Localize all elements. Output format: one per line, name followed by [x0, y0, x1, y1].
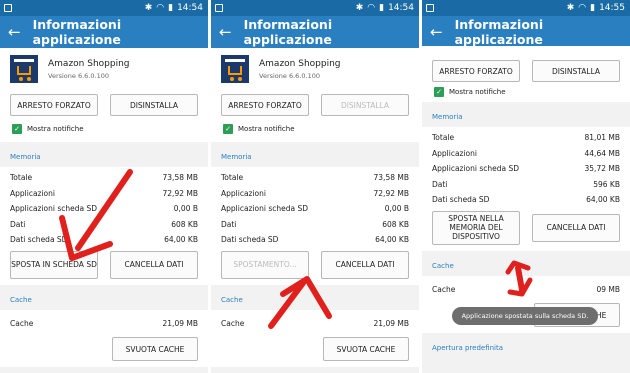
- app-name: Amazon Shopping: [259, 58, 341, 69]
- move-to-sd-button[interactable]: SPOSTA IN SCHEDA SD: [10, 250, 98, 279]
- default-open-section-title: Apertura predefinita: [432, 344, 504, 352]
- notification-icon: [215, 4, 223, 12]
- memory-row-apps: Applicazioni 72,92 MB: [10, 188, 198, 198]
- wifi-icon: ◠: [156, 3, 165, 13]
- memory-row-apps: Applicazioni 44,64 MB: [432, 148, 620, 158]
- status-bar: ✱ ◠ ▮ 14:54: [211, 0, 419, 16]
- page-title: Informazioni applicazione: [32, 17, 122, 47]
- uninstall-button[interactable]: DISINSTALLA: [110, 94, 198, 116]
- back-arrow-icon[interactable]: ←: [430, 24, 443, 40]
- memory-card: Totale 73,58 MB Applicazioni 72,92 MB Appl…: [0, 167, 208, 285]
- toast-message: Applicazione spostata sulla scheda SD.: [452, 307, 598, 325]
- battery-icon: ▮: [590, 3, 596, 13]
- checkbox-checked-icon[interactable]: ✓: [434, 87, 444, 97]
- cache-section-title: Cache: [432, 261, 454, 270]
- move-to-memory-button[interactable]: SPOSTA NELLA MEMORIA DEL DISPOSITIVO: [432, 210, 520, 245]
- bluetooth-icon: ✱: [566, 3, 575, 13]
- battery-icon: ▮: [168, 3, 174, 13]
- moving-button[interactable]: SPOSTAMENTO...: [221, 250, 309, 279]
- battery-icon: ▮: [379, 3, 385, 13]
- cache-section-title: Cache: [221, 295, 243, 304]
- cache-row: Cache 09 MB: [432, 284, 620, 294]
- memory-row-apps-sd: Applicazioni scheda SD 0,00 B: [10, 204, 198, 214]
- app-header: Amazon Shopping Versione 6.6.0.100: [211, 48, 419, 90]
- clear-data-button[interactable]: CANCELLA DATI: [321, 250, 409, 279]
- status-bar: ✱ ◠ ▮ 14:54: [0, 0, 208, 16]
- cache-row: Cache 21,09 MB: [10, 318, 198, 328]
- amazon-logo-icon: [221, 55, 249, 83]
- page-title: Informazioni applicazione: [243, 17, 333, 47]
- memory-row-data: Dati 608 KB: [10, 219, 198, 229]
- memory-row-apps-sd: Applicazioni scheda SD 0,00 B: [221, 204, 409, 214]
- notifications-label: Mostra notifiche: [449, 88, 506, 96]
- app-bar: ← Informazioni applicazione: [422, 16, 630, 48]
- screen-panel-3: ✱ ◠ ▮ 14:55 ← Informazioni applicazione …: [422, 0, 630, 373]
- clear-data-button[interactable]: CANCELLA DATI: [532, 213, 620, 242]
- memory-row-data: Dati 608 KB: [221, 219, 409, 229]
- page-title: Informazioni applicazione: [454, 17, 544, 47]
- memory-section-title: Memoria: [221, 153, 252, 161]
- status-time: 14:54: [177, 3, 203, 13]
- checkbox-checked-icon[interactable]: ✓: [12, 124, 22, 134]
- force-stop-button[interactable]: ARRESTO FORZATO: [432, 60, 520, 82]
- status-time: 14:55: [599, 3, 625, 13]
- cache-section-title: Cache: [10, 295, 32, 304]
- notifications-label: Mostra notifiche: [27, 125, 84, 133]
- amazon-logo-icon: [10, 55, 38, 83]
- back-arrow-icon[interactable]: ←: [8, 24, 21, 40]
- memory-section-title: Memoria: [432, 113, 463, 121]
- screen-panel-1: ✱ ◠ ▮ 14:54 ← Informazioni applicazione …: [0, 0, 208, 373]
- memory-row-apps: Applicazioni 72,92 MB: [221, 188, 409, 198]
- bluetooth-icon: ✱: [355, 3, 364, 13]
- memory-section-title: Memoria: [10, 153, 41, 161]
- app-bar: ← Informazioni applicazione: [0, 16, 208, 48]
- memory-row-data: Dati 596 KB: [432, 179, 620, 189]
- memory-row-data-sd: Dati scheda SD 64,00 KB: [221, 235, 409, 245]
- wifi-icon: ◠: [578, 3, 587, 13]
- clear-data-button[interactable]: CANCELLA DATI: [110, 250, 198, 279]
- status-bar: ✱ ◠ ▮ 14:55: [422, 0, 630, 16]
- app-name: Amazon Shopping: [48, 58, 130, 69]
- memory-row-data-sd: Dati scheda SD 64,00 KB: [10, 235, 198, 245]
- memory-row-apps-sd: Applicazioni scheda SD 35,72 MB: [432, 164, 620, 174]
- back-arrow-icon[interactable]: ←: [219, 24, 232, 40]
- memory-row-total: Totale 73,58 MB: [221, 173, 409, 183]
- checkbox-checked-icon[interactable]: ✓: [223, 124, 233, 134]
- app-version: Versione 6.6.0.100: [259, 71, 320, 80]
- notification-icon: [4, 4, 12, 12]
- clear-cache-button[interactable]: SVUOTA CACHE: [323, 337, 409, 361]
- bluetooth-icon: ✱: [144, 3, 153, 13]
- memory-row-total: Totale 73,58 MB: [10, 173, 198, 183]
- uninstall-button[interactable]: DISINSTALLA: [532, 60, 620, 82]
- app-header: Amazon Shopping Versione 6.6.0.100: [0, 48, 208, 90]
- wifi-icon: ◠: [367, 3, 376, 13]
- cache-row: Cache 21,09 MB: [221, 318, 409, 328]
- memory-row-data-sd: Dati scheda SD 64,00 KB: [432, 195, 620, 205]
- force-stop-button[interactable]: ARRESTO FORZATO: [221, 94, 309, 116]
- notification-icon: [426, 4, 434, 12]
- memory-card: Totale 73,58 MB Applicazioni 72,92 MB Appl…: [211, 167, 419, 285]
- screen-panel-2: ✱ ◠ ▮ 14:54 ← Informazioni applicazione …: [211, 0, 419, 373]
- force-stop-button[interactable]: ARRESTO FORZATO: [10, 94, 98, 116]
- memory-card: Totale 81,01 MB Applicazioni 44,64 MB Appl…: [422, 127, 630, 251]
- notifications-label: Mostra notifiche: [238, 125, 295, 133]
- status-time: 14:54: [388, 3, 414, 13]
- clear-cache-button[interactable]: SVUOTA CACHE: [112, 337, 198, 361]
- app-bar: ← Informazioni applicazione: [211, 16, 419, 48]
- uninstall-button[interactable]: DISINSTALLA: [321, 94, 409, 116]
- app-version: Versione 6.6.0.100: [48, 71, 109, 80]
- cache-card: Cache 21,09 MB SVUOTA CACHE: [0, 309, 208, 367]
- cache-card: Cache 21,09 MB SVUOTA CACHE: [211, 309, 419, 367]
- memory-row-total: Totale 81,01 MB: [432, 133, 620, 143]
